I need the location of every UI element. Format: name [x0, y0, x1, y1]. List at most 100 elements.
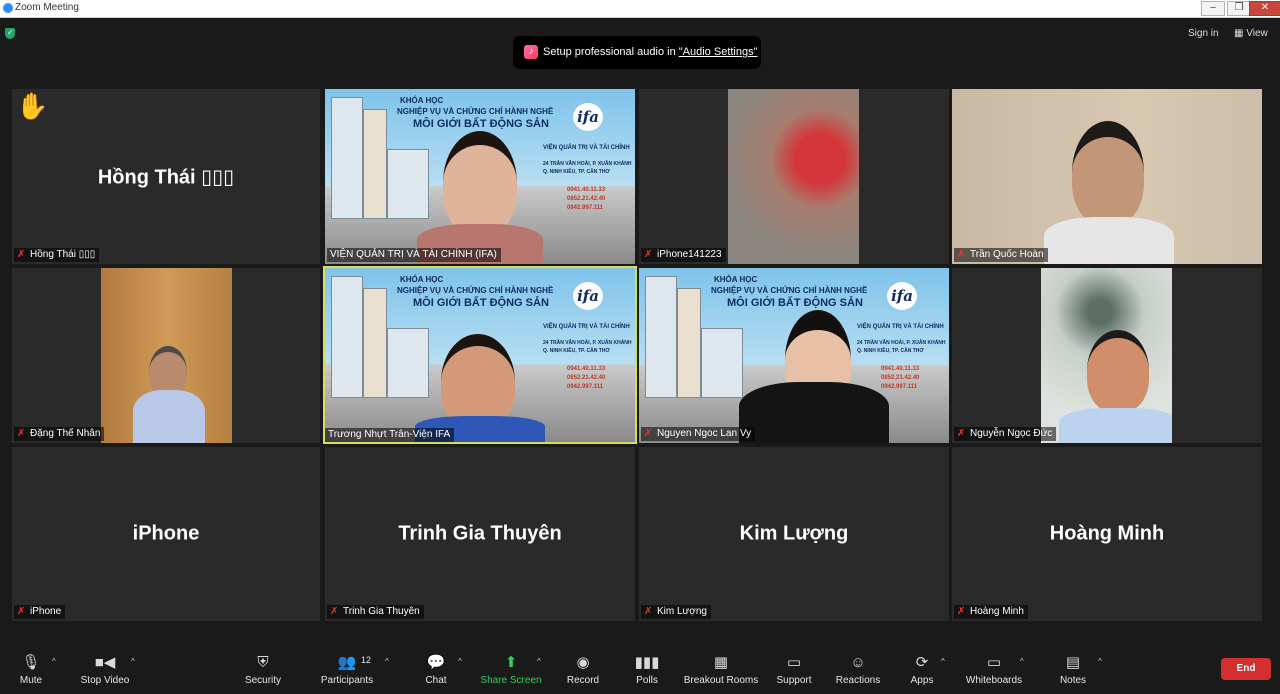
participant-tile[interactable]: KHÓA HỌC NGHIỆP VỤ VÀ CHỨNG CHỈ HÀNH NGH…: [325, 89, 635, 264]
slide-phone2: 0852.21.42.40: [567, 196, 606, 202]
window-title: Zoom Meeting: [15, 2, 79, 13]
grid-icon: ▦: [1234, 28, 1247, 39]
audio-settings-toast[interactable]: ♪ Setup professional audio in "Audio Set…: [513, 36, 761, 69]
participant-tile[interactable]: KHÓA HỌC NGHIỆP VỤ VÀ CHỨNG CHỈ HÀNH NGH…: [639, 268, 949, 443]
slide-phone3: 0942.997.111: [567, 384, 604, 390]
slide-institute: VIỆN QUẢN TRỊ VÀ TÀI CHÍNH: [857, 324, 944, 330]
mute-options-caret[interactable]: ^: [52, 657, 56, 666]
participant-face: [1087, 330, 1149, 412]
slide-institute: VIỆN QUẢN TRỊ VÀ TÀI CHÍNH: [543, 324, 630, 330]
minimize-button[interactable]: –: [1201, 1, 1225, 16]
slide-phone3: 0942.997.111: [881, 384, 918, 390]
end-meeting-button[interactable]: End: [1221, 658, 1271, 680]
participant-nametag: VIỆN QUẢN TRỊ VÀ TÀI CHÍNH (IFA): [327, 248, 501, 262]
share-screen-button[interactable]: ⬆ Share Screen: [479, 654, 543, 686]
encryption-shield-icon[interactable]: ✓: [5, 28, 15, 39]
ifa-logo: ifa: [887, 282, 917, 310]
support-button[interactable]: ▭ Support: [762, 654, 826, 686]
participant-tile[interactable]: ✗ Trần Quốc Hoàn: [952, 89, 1262, 264]
sign-in-link[interactable]: Sign in: [1188, 28, 1219, 39]
whiteboards-options-caret[interactable]: ^: [1020, 657, 1024, 666]
whiteboards-button[interactable]: ▭ Whiteboards: [962, 654, 1026, 686]
slide-address2: Q. NINH KIỀU, TP. CẦN THƠ: [857, 348, 924, 354]
notes-options-caret[interactable]: ^: [1098, 657, 1102, 666]
participant-nametag: ✗ Kim Lượng: [641, 605, 711, 619]
participant-tile[interactable]: ✗ iPhone141223: [639, 89, 949, 264]
participant-tile[interactable]: ✗ Nguyễn Ngọc Đức: [952, 268, 1262, 443]
polls-button[interactable]: ▮▮▮ Polls: [615, 654, 679, 686]
video-feed: KHÓA HỌC NGHIỆP VỤ VÀ CHỨNG CHỈ HÀNH NGH…: [325, 89, 635, 264]
zoom-logo-icon: [3, 3, 13, 13]
participant-nametag: ✗ Hoàng Minh: [954, 605, 1028, 619]
muted-mic-icon: ✗: [17, 249, 26, 260]
video-feed: [728, 89, 859, 264]
record-button[interactable]: ◉ Record: [551, 654, 615, 686]
video-feed: KHÓA HỌC NGHIỆP VỤ VÀ CHỨNG CHỈ HÀNH NGH…: [325, 268, 635, 442]
support-screen-icon: ▭: [786, 654, 802, 671]
participant-tile[interactable]: Kim Lượng ✗ Kim Lượng: [639, 447, 949, 621]
participant-display-name: Trinh Gia Thuyên: [398, 522, 562, 545]
muted-mic-icon: ✗: [644, 606, 653, 617]
slide-line1: NGHIỆP VỤ VÀ CHỨNG CHỈ HÀNH NGHỀ: [397, 107, 554, 116]
breakout-rooms-button[interactable]: ▦ Breakout Rooms: [682, 654, 760, 686]
participant-nametag: ✗ Nguyen Ngoc Lan Vy: [641, 427, 756, 441]
participant-tile[interactable]: Hoàng Minh ✗ Hoàng Minh: [952, 447, 1262, 621]
stop-video-button[interactable]: ■◀ Stop Video: [73, 654, 137, 686]
participants-options-caret[interactable]: ^: [385, 657, 389, 666]
slide-line1: NGHIỆP VỤ VÀ CHỨNG CHỈ HÀNH NGHỀ: [711, 286, 868, 295]
participant-tile[interactable]: Trinh Gia Thuyên ✗ Trinh Gia Thuyên: [325, 447, 635, 621]
participant-tile[interactable]: ✗ Đặng Thế Nhân: [12, 268, 320, 443]
muted-mic-icon: ✗: [17, 428, 26, 439]
apps-options-caret[interactable]: ^: [941, 657, 945, 666]
participant-display-name: iPhone: [132, 522, 200, 545]
close-button[interactable]: ✕: [1249, 1, 1280, 16]
view-menu[interactable]: ▦ View: [1234, 28, 1268, 39]
whiteboard-icon: ▭: [986, 654, 1002, 671]
slide-phone1: 0941.40.11.33: [567, 366, 606, 372]
toast-text: Setup professional audio in "Audio Setti…: [543, 46, 758, 58]
slide-course: KHÓA HỌC: [400, 96, 444, 105]
share-options-caret[interactable]: ^: [537, 657, 541, 666]
video-camera-icon: ■◀: [94, 654, 116, 671]
breakout-grid-icon: ▦: [713, 654, 729, 671]
participant-tile-active-speaker[interactable]: KHÓA HỌC NGHIỆP VỤ VÀ CHỨNG CHỈ HÀNH NGH…: [323, 266, 637, 444]
reactions-button[interactable]: ☺ Reactions: [826, 654, 890, 686]
slide-phone1: 0941.40.11.33: [881, 366, 920, 372]
participant-nametag: ✗ Trinh Gia Thuyên: [327, 605, 424, 619]
ifa-logo: ifa: [573, 103, 603, 131]
muted-mic-icon: ✗: [330, 606, 339, 617]
ifa-logo: ifa: [573, 282, 603, 310]
meeting-topbar: ✓ ♪ Setup professional audio in "Audio S…: [0, 18, 1280, 76]
chat-options-caret[interactable]: ^: [458, 657, 462, 666]
slide-address2: Q. NINH KIỀU, TP. CẦN THƠ: [543, 169, 610, 175]
notes-button[interactable]: ▤ Notes: [1041, 654, 1105, 686]
video-feed: [101, 268, 232, 443]
muted-mic-icon: ✗: [957, 428, 966, 439]
participant-tile[interactable]: iPhone ✗ iPhone: [12, 447, 320, 621]
slide-course: KHÓA HỌC: [714, 275, 758, 284]
participant-nametag: ✗ Hồng Thái ▯▯▯: [14, 248, 100, 262]
slide-phone1: 0941.40.11.33: [567, 187, 606, 193]
smiley-plus-icon: ☺: [850, 654, 866, 671]
participant-face: [1072, 121, 1144, 225]
participant-nametag: ✗ Đặng Thế Nhân: [14, 427, 105, 441]
participant-display-name: Hoàng Minh: [1049, 522, 1165, 545]
audio-settings-link[interactable]: "Audio Settings": [679, 46, 758, 58]
maximize-button[interactable]: ❐: [1227, 1, 1251, 16]
slide-address1: 24 TRẦN VĂN HOÀI, P. XUÂN KHÁNH: [543, 161, 632, 167]
participant-nametag: ✗ iPhone: [14, 605, 66, 619]
slide-line1: NGHIỆP VỤ VÀ CHỨNG CHỈ HÀNH NGHỀ: [397, 286, 554, 295]
muted-mic-icon: ✗: [644, 428, 653, 439]
participant-tile[interactable]: ✋ Hồng Thái ▯▯▯ ✗ Hồng Thái ▯▯▯: [12, 89, 320, 264]
video-options-caret[interactable]: ^: [131, 657, 135, 666]
participant-nametag: Trương Nhựt Trân-Viện IFA: [325, 428, 455, 442]
slide-phone2: 0852.21.42.40: [567, 375, 606, 381]
participants-count-badge: 12: [361, 655, 372, 665]
notes-icon: ▤: [1065, 654, 1081, 671]
security-button[interactable]: ⛨ Security: [231, 654, 295, 686]
participant-display-name: Hồng Thái ▯▯▯: [97, 166, 235, 188]
slide-phone3: 0942.997.111: [567, 205, 604, 211]
raised-hand-icon: ✋: [16, 91, 49, 121]
video-feed: [952, 89, 1262, 264]
window-titlebar: Zoom Meeting – ❐ ✕: [0, 0, 1280, 18]
